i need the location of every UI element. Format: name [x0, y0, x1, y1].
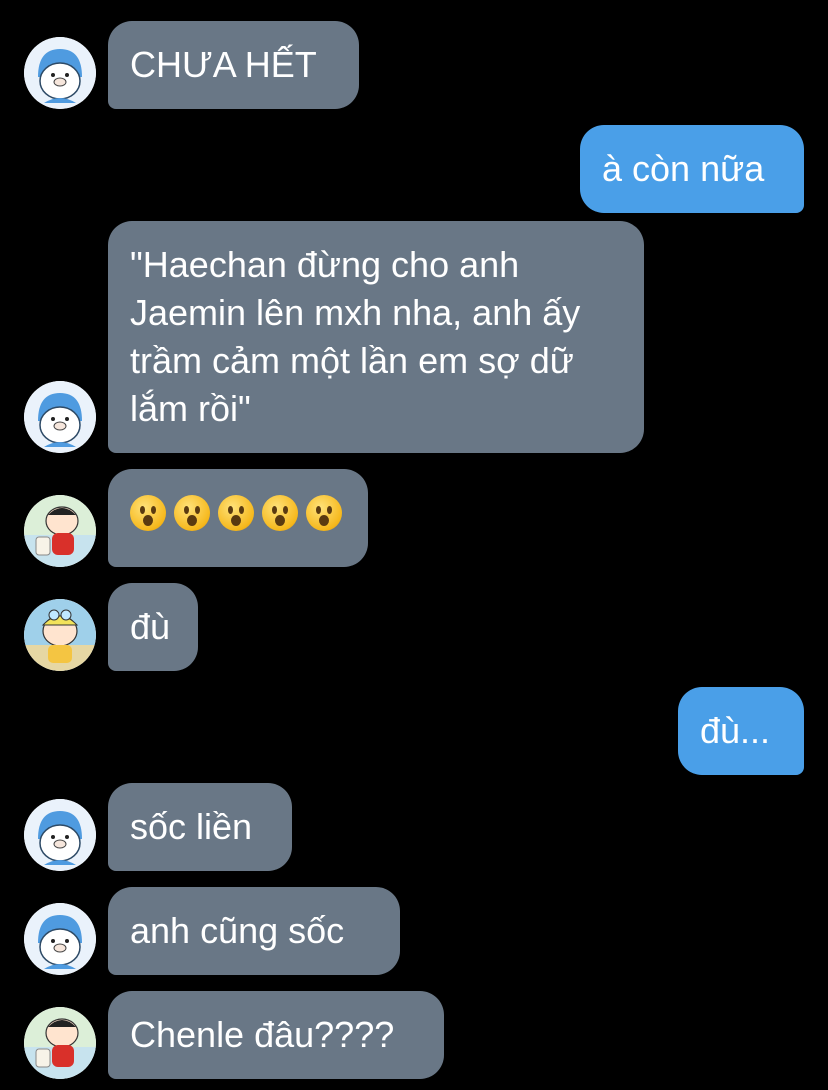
shinchan-icon [24, 495, 96, 567]
message-bubble[interactable] [108, 469, 368, 567]
message-bubble[interactable]: đù... [678, 687, 804, 775]
message-bubble[interactable]: à còn nữa [580, 125, 804, 213]
avatar-penguin[interactable] [24, 37, 96, 109]
avatar-shinchan[interactable] [24, 1007, 96, 1079]
message-bubble[interactable]: Chenle đâu???? [108, 991, 444, 1079]
avatar-shinchan[interactable] [24, 495, 96, 567]
hushed-face-icon [306, 495, 342, 531]
avatar-penguin[interactable] [24, 903, 96, 975]
message-text: à còn nữa [602, 148, 765, 189]
hushed-face-icon [130, 495, 166, 531]
avatar-shinchan-helmet[interactable] [24, 599, 96, 671]
shinchan-icon [24, 1007, 96, 1079]
hushed-face-icon [262, 495, 298, 531]
message-text: sốc liền [130, 806, 253, 847]
avatar-penguin[interactable] [24, 799, 96, 871]
hushed-face-icon [174, 495, 210, 531]
emoji-row [130, 489, 346, 537]
message-bubble[interactable]: "Haechan đừng cho anh Jaemin lên mxh nha… [108, 221, 644, 453]
message-text: "Haechan đừng cho anh Jaemin lên mxh nha… [130, 244, 581, 429]
message-text: Chenle đâu???? [130, 1014, 395, 1055]
message-bubble[interactable]: đù [108, 583, 198, 671]
message-bubble[interactable]: sốc liền [108, 783, 292, 871]
penguin-icon [24, 903, 96, 975]
hushed-face-icon [218, 495, 254, 531]
avatar-penguin[interactable] [24, 381, 96, 453]
message-text: đù... [700, 710, 771, 751]
message-text: anh cũng sốc [130, 910, 345, 951]
penguin-icon [24, 381, 96, 453]
message-bubble[interactable]: CHƯA HẾT [108, 21, 359, 109]
penguin-icon [24, 799, 96, 871]
shinchan-helmet-icon [24, 599, 96, 671]
message-bubble[interactable]: anh cũng sốc [108, 887, 400, 975]
message-text: CHƯA HẾT [130, 44, 317, 85]
penguin-icon [24, 37, 96, 109]
message-text: đù [130, 606, 171, 647]
